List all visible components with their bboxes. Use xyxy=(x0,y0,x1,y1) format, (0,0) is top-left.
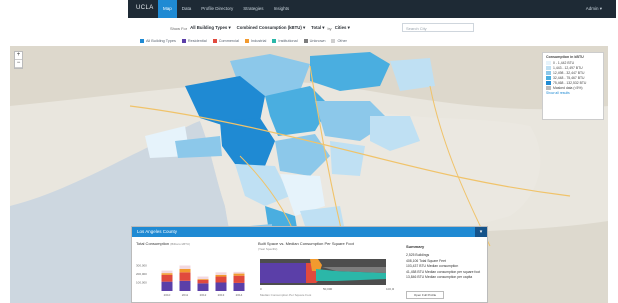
bar-segment xyxy=(215,272,227,275)
map-legend-item: 32,448 - 75,467 BTU xyxy=(546,76,600,80)
zoom-out-button[interactable]: − xyxy=(15,60,22,68)
x-tick-label: 2013 xyxy=(218,293,225,297)
x-tick-label: 100,000 xyxy=(386,287,394,291)
metric-select[interactable]: Combined Consumption (kBTU) ▾ xyxy=(237,25,306,31)
x-tick-label: 2014 xyxy=(236,293,243,297)
built-space-subtitle: (Year Specific) xyxy=(258,247,278,251)
x-tick-label: 50,000 xyxy=(323,287,333,291)
bar-segment xyxy=(215,274,227,277)
bar-segment xyxy=(233,271,245,274)
panel-header: Los Angeles County ▾ xyxy=(132,227,487,237)
user-menu[interactable]: Admin ▾ xyxy=(586,0,602,18)
bar-segment xyxy=(179,272,191,281)
bar-segment xyxy=(161,270,173,274)
summary-median-consumption: 103,437 BTU Median consumption xyxy=(406,264,459,269)
summary-list: 2,525 Buildings 408,106 Total Square Fee… xyxy=(406,253,480,281)
total-consumption-title: Total Consumption (Billions kBTU) xyxy=(136,241,191,246)
geography-select[interactable]: Cities ▾ xyxy=(335,25,350,31)
nav-item-strategies[interactable]: Strategies xyxy=(238,0,268,18)
summary-median-per-capita: 13,846 BTU Median consumption per capita xyxy=(406,275,473,280)
x-axis-label: Median Consumption Per Square Foot xyxy=(260,293,311,297)
x-tick-label: 0 xyxy=(260,287,262,291)
filter-bar: Show For All Building Types ▾ Combined C… xyxy=(170,23,353,33)
bar-segment xyxy=(233,282,245,291)
top-navbar: UCLA Map Data Profile Directory Strategi… xyxy=(128,0,616,18)
panel-title: Los Angeles County xyxy=(137,229,178,234)
map-legend-item: 12,498 - 32,447 BTU xyxy=(546,71,600,75)
map-legend-title: Consumption in kBTU xyxy=(546,55,584,59)
nav-item-insights[interactable]: Insights xyxy=(269,0,295,18)
legend-item-other[interactable]: Other xyxy=(331,39,347,43)
bar-segment xyxy=(215,276,227,283)
x-tick-label: 2011 xyxy=(182,293,189,297)
bar-segment xyxy=(197,276,209,280)
y-tick-label: 100,000 xyxy=(136,281,147,285)
legend-item-unknown[interactable]: Unknown xyxy=(303,39,325,43)
total-select[interactable]: Total ▾ xyxy=(311,25,324,31)
bar-segment xyxy=(197,279,209,284)
bar-segment xyxy=(197,283,209,291)
built-space-title: Built Space vs. Median Consumption Per S… xyxy=(258,241,354,246)
bar-segment xyxy=(179,265,191,269)
bar-segment xyxy=(179,268,191,273)
map-region xyxy=(330,141,365,176)
bar-segment xyxy=(161,273,173,275)
map-legend-item: 0 - 1,442 BTU xyxy=(546,61,600,65)
map-legend-item: 75,468 - 132,532 BTU xyxy=(546,81,600,85)
legend-item-industrial[interactable]: Industrial xyxy=(244,39,266,43)
summary-buildings: 2,525 Buildings xyxy=(406,253,430,257)
legend-item-all[interactable]: All Building Types xyxy=(140,39,176,43)
nav-item-profile-directory[interactable]: Profile Directory xyxy=(196,0,238,18)
legend-item-institutional[interactable]: Institutional xyxy=(272,39,298,43)
zoom-control: + − xyxy=(14,51,23,69)
bar-segment xyxy=(233,275,245,283)
show-all-results-link[interactable]: Show all results xyxy=(546,91,600,95)
masked-data-item: Masked data (<5%) xyxy=(546,86,600,90)
show-for-label: Show For xyxy=(170,25,188,31)
brand-logo[interactable]: UCLA xyxy=(136,5,154,11)
x-tick-label: 2010 xyxy=(164,293,171,297)
by-label: by xyxy=(327,25,332,31)
building-type-select[interactable]: All Building Types ▾ xyxy=(190,25,231,31)
summary-title: Summary xyxy=(406,244,425,249)
built-space-chart: 0 50,000 100,000 Median Consumption Per Squ… xyxy=(260,259,394,297)
summary-square-feet: 408,106 Total Square Feet xyxy=(406,258,446,263)
zoom-in-button[interactable]: + xyxy=(15,52,22,60)
collapse-panel-button[interactable]: ▾ xyxy=(475,227,487,237)
bar-segment xyxy=(161,274,173,282)
map-region xyxy=(310,52,390,91)
summary-median-per-sqft: 41,458 BTU Median consumption per square… xyxy=(406,269,481,274)
y-tick-label: 200,000 xyxy=(136,272,147,276)
x-tick-label: 2012 xyxy=(200,293,207,297)
nav-item-data[interactable]: Data xyxy=(177,0,197,18)
bar-segment xyxy=(197,279,209,280)
open-full-profile-button[interactable]: Open Full Profile xyxy=(406,291,444,299)
building-type-legend: All Building Types Residential Commercia… xyxy=(140,39,353,43)
map-legend: Consumption in kBTU 0 - 1,442 BTU 1,443 … xyxy=(542,52,604,120)
total-consumption-chart: 100,000 200,000 300,000 2010 2011 2012 2013 201… xyxy=(136,264,245,297)
nav-item-map[interactable]: Map xyxy=(158,0,177,18)
y-tick-label: 300,000 xyxy=(136,264,147,268)
bar-segment xyxy=(161,281,173,291)
bar-segment xyxy=(215,282,227,291)
map-legend-item: 1,443 - 12,497 BTU xyxy=(546,66,600,70)
legend-item-residential[interactable]: Residential xyxy=(181,39,207,43)
main-nav: Map Data Profile Directory Strategies In… xyxy=(158,0,294,18)
bar-segment xyxy=(179,280,191,291)
search-input[interactable]: Search City xyxy=(402,23,474,32)
legend-item-commercial[interactable]: Commercial xyxy=(212,39,239,43)
bar-segment xyxy=(233,273,245,276)
